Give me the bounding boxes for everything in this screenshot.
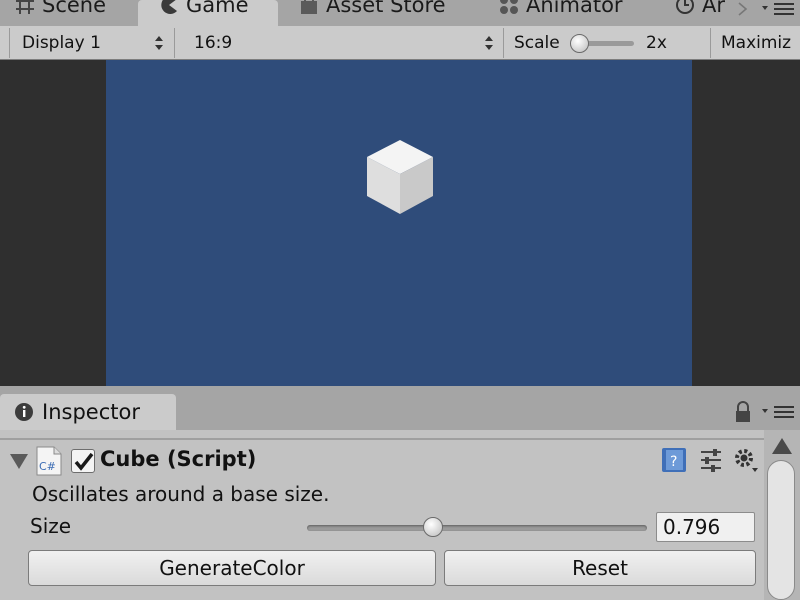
size-slider-thumb[interactable] (422, 517, 443, 537)
toolbar-divider (9, 28, 10, 58)
window-tab-bar: Scene Game Asset Store Animator Ar (0, 0, 800, 26)
game-view-toolbar: Display 1 16:9 Scale 2x Maximiz (0, 26, 800, 60)
inspector-tab-bar: Inspector (0, 394, 800, 430)
game-view[interactable] (0, 60, 800, 386)
scale-slider-thumb[interactable] (569, 34, 589, 53)
tab-inspector[interactable]: Inspector (0, 394, 176, 430)
size-property-row: Size 0.796 (0, 512, 764, 542)
presets-sliders-icon[interactable] (697, 446, 725, 474)
game-render-area[interactable] (106, 60, 692, 386)
aspect-dropdown[interactable]: 16:9 (194, 29, 496, 57)
foldout-arrow-icon[interactable] (10, 454, 28, 469)
tab-label: Scene (42, 0, 107, 17)
dropdown-arrows-icon (155, 36, 163, 50)
scale-value: 2x (646, 33, 667, 53)
tab-label: Animator (526, 0, 623, 17)
tab-game[interactable]: Game (138, 0, 278, 26)
component-enabled-checkbox[interactable] (71, 449, 95, 473)
panel-menu-icon[interactable] (760, 401, 796, 423)
size-label: Size (30, 514, 72, 538)
scale-label: Scale (514, 33, 560, 53)
divider (0, 438, 764, 440)
panel-separator (0, 386, 800, 394)
tab-label: Ar (702, 0, 725, 17)
toolbar-divider (710, 28, 711, 58)
aspect-value: 16:9 (194, 33, 233, 53)
reset-button[interactable]: Reset (444, 550, 756, 586)
toolbar-divider (503, 28, 504, 58)
tab-audio[interactable]: Ar (674, 0, 725, 26)
component-title: Cube (Script) (100, 447, 257, 471)
svg-text:C#: C# (39, 460, 56, 473)
animator-icon (500, 0, 518, 14)
chevron-right-icon[interactable] (736, 2, 750, 16)
generate-color-button[interactable]: GenerateColor (28, 550, 436, 586)
maximize-on-play-toggle[interactable]: Maximiz (721, 29, 791, 57)
scrollbar-thumb[interactable] (767, 460, 795, 600)
pacman-icon (161, 0, 177, 14)
tab-scene[interactable]: Scene (14, 0, 106, 26)
store-bag-icon (301, 0, 317, 14)
help-book-icon[interactable]: ? (660, 446, 688, 474)
lock-icon[interactable] (734, 401, 752, 423)
toolbar-divider (174, 28, 175, 58)
info-icon (15, 403, 33, 421)
dropdown-arrows-icon (485, 36, 493, 50)
tab-animator[interactable]: Animator (498, 0, 623, 26)
tab-label: Asset Store (326, 0, 446, 17)
inspector-scrollbar[interactable] (764, 430, 800, 600)
display-value: Display 1 (22, 33, 101, 53)
inspector-panel: C# Cube (Script) ? Oscillates around a b… (0, 430, 800, 600)
panel-menu-icon[interactable] (760, 0, 796, 24)
white-cube-object (367, 140, 433, 214)
clock-icon (676, 0, 694, 14)
size-value-field[interactable]: 0.796 (656, 512, 755, 542)
gear-icon[interactable] (732, 446, 760, 474)
component-header[interactable]: C# Cube (Script) ? (0, 444, 764, 480)
tab-label: Inspector (42, 400, 140, 424)
tab-label: Game (186, 0, 249, 17)
grid-icon (16, 0, 34, 14)
checkmark-icon (74, 452, 94, 471)
size-slider-track[interactable] (307, 525, 647, 531)
display-dropdown[interactable]: Display 1 (22, 29, 168, 57)
csharp-script-icon: C# (36, 446, 62, 476)
svg-text:?: ? (670, 454, 677, 470)
scroll-up-arrow-icon[interactable] (772, 438, 792, 454)
tab-asset-store[interactable]: Asset Store (298, 0, 446, 26)
component-description: Oscillates around a base size. (32, 482, 330, 506)
